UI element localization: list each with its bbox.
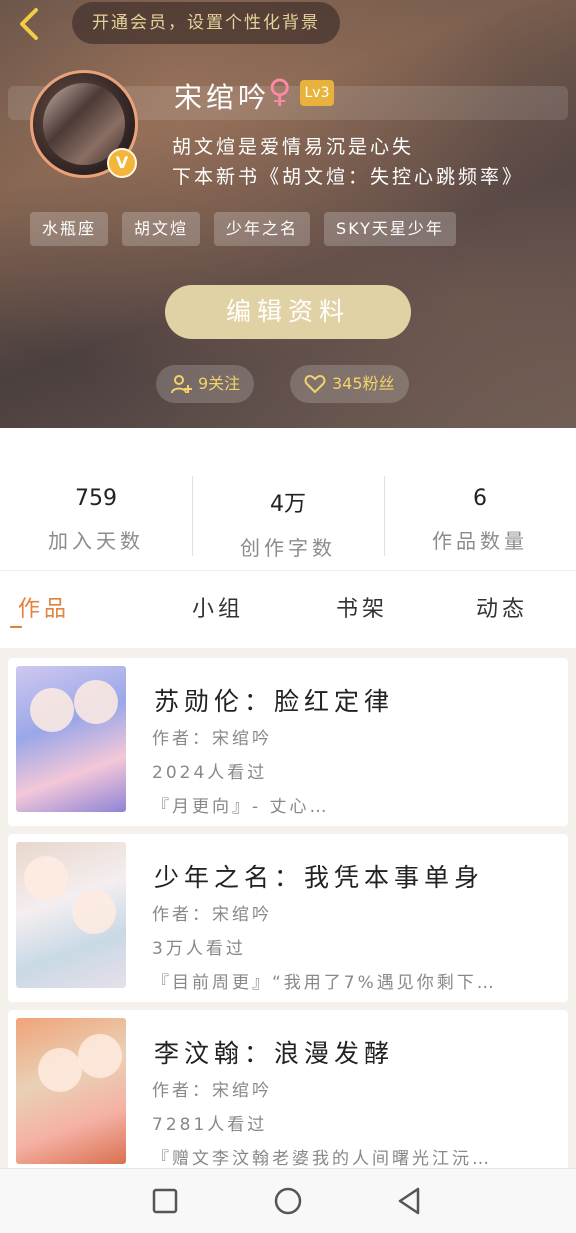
system-nav-bar: [0, 1168, 576, 1233]
bio-line-2: 下本新书《胡文煊：失控心跳频率》: [172, 166, 525, 188]
cover-figure: [78, 1034, 122, 1078]
heart-icon: [304, 374, 326, 394]
back-nav-icon[interactable]: [394, 1185, 426, 1217]
book-list: 苏勋伦：脸红定律 作者：宋绾吟 2024人看过 『月更向』- 丈心… 少年之名：…: [0, 648, 576, 1168]
book-title: 李汶翰：浪漫发酵: [154, 1039, 395, 1068]
stat-words: 4万 创作字数: [192, 428, 384, 570]
recent-apps-icon[interactable]: [149, 1185, 181, 1217]
tab-bookshelf[interactable]: 书架: [336, 591, 388, 623]
level-badge: Lv3: [300, 80, 334, 106]
book-excerpt: 『月更向』- 丈心…: [152, 797, 330, 817]
book-views: 7281人看过: [152, 1115, 268, 1135]
stat-label: 作品数量: [432, 529, 528, 553]
tab-bar: 作品 小组 书架 动态: [0, 570, 576, 648]
stat-days: 759 加入天数: [0, 428, 192, 570]
back-icon[interactable]: [14, 6, 50, 42]
book-title: 少年之名：我凭本事单身: [154, 863, 485, 892]
cover-figure: [72, 890, 116, 934]
stat-value: 6: [473, 486, 487, 511]
cover-figure: [24, 856, 68, 900]
female-icon: ♀: [268, 72, 292, 110]
profile-header: 开通会员，设置个性化背景 V 宋绾吟 ♀ Lv3 胡文煊是爱情易沉是心失 下本新…: [0, 0, 576, 428]
username: 宋绾吟: [174, 81, 271, 114]
fans-button[interactable]: 345粉丝: [290, 365, 409, 403]
active-tab-indicator: [10, 626, 22, 628]
cover-figure: [38, 1048, 82, 1092]
stat-works: 6 作品数量: [384, 428, 576, 570]
book-views: 2024人看过: [152, 763, 268, 783]
bio-line-1: 胡文煊是爱情易沉是心失: [172, 136, 415, 158]
book-card[interactable]: 苏勋伦：脸红定律 作者：宋绾吟 2024人看过 『月更向』- 丈心…: [8, 658, 568, 826]
stat-label: 创作字数: [240, 536, 336, 560]
book-cover: [16, 1018, 126, 1164]
tag-list: 水瓶座 胡文煊 少年之名 SKY天星少年: [30, 212, 456, 246]
tab-works[interactable]: 作品: [18, 591, 70, 623]
stat-label: 加入天数: [48, 529, 144, 553]
book-excerpt: 『目前周更』“我用了7%遇见你剩下…: [152, 973, 497, 993]
tag[interactable]: 少年之名: [214, 212, 311, 246]
verified-badge-icon: V: [107, 148, 137, 178]
cover-figure: [30, 688, 74, 732]
book-cover: [16, 666, 126, 812]
book-title: 苏勋伦：脸红定律: [154, 687, 395, 716]
tab-group[interactable]: 小组: [192, 591, 244, 623]
user-plus-icon: [171, 375, 192, 394]
book-excerpt: 『赠文李汶翰老婆我的人间曙光江沅…: [152, 1149, 492, 1168]
tab-activity[interactable]: 动态: [476, 591, 528, 623]
fans-label: 345粉丝: [332, 374, 395, 393]
stats-row: 759 加入天数 4万 创作字数 6 作品数量: [0, 428, 576, 570]
following-button[interactable]: 9关注: [156, 365, 255, 403]
book-author: 作者：宋绾吟: [152, 1081, 272, 1101]
edit-profile-button[interactable]: 编辑资料: [165, 285, 411, 339]
stat-value: 4万: [270, 492, 306, 517]
following-label: 9关注: [198, 374, 241, 393]
book-card[interactable]: 李汶翰：浪漫发酵 作者：宋绾吟 7281人看过 『赠文李汶翰老婆我的人间曙光江沅…: [8, 1010, 568, 1168]
tag[interactable]: SKY天星少年: [324, 212, 456, 246]
home-icon[interactable]: [272, 1185, 304, 1217]
book-cover: [16, 842, 126, 988]
cover-figure: [74, 680, 118, 724]
book-views: 3万人看过: [152, 939, 246, 959]
book-card[interactable]: 少年之名：我凭本事单身 作者：宋绾吟 3万人看过 『目前周更』“我用了7%遇见你…: [8, 834, 568, 1002]
book-author: 作者：宋绾吟: [152, 729, 272, 749]
tag[interactable]: 胡文煊: [122, 212, 201, 246]
stat-value: 759: [75, 486, 117, 511]
tag[interactable]: 水瓶座: [30, 212, 109, 246]
book-author: 作者：宋绾吟: [152, 905, 272, 925]
vip-banner[interactable]: 开通会员，设置个性化背景: [72, 2, 340, 44]
